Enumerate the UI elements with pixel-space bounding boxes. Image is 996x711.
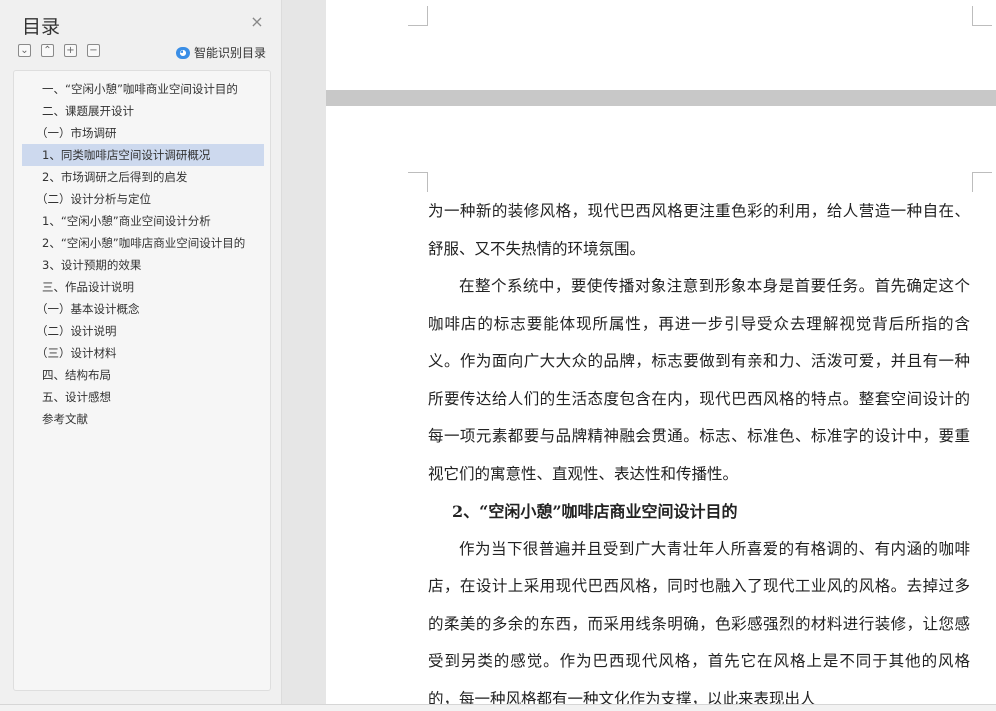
toc-item[interactable]: 1、“空闲小憩”商业空间设计分析 <box>22 210 264 232</box>
crop-mark <box>972 6 992 26</box>
crop-mark <box>408 6 428 26</box>
previous-page <box>326 0 996 90</box>
toc-item[interactable]: 2、“空闲小憩”咖啡店商业空间设计目的 <box>22 232 264 254</box>
crop-mark <box>408 172 428 192</box>
smart-recognize-toc-button[interactable]: ◕ 智能识别目录 <box>176 44 266 61</box>
add-level-icon[interactable]: + <box>64 44 77 57</box>
toc-item[interactable]: 一、“空闲小憩”咖啡商业空间设计目的 <box>22 78 264 100</box>
close-icon[interactable]: × <box>249 14 265 30</box>
cloud-ai-icon: ◕ <box>176 46 190 59</box>
document-workspace: 为一种新的装修风格，现代巴西风格更注重色彩的利用，给人营造一种自在、舒服、又不失… <box>282 0 996 710</box>
remove-level-icon[interactable]: − <box>87 44 100 57</box>
toc-item[interactable]: （一）市场调研 <box>22 122 264 144</box>
toc-toolbar: ⌄ ⌃ + − <box>18 44 100 57</box>
toc-item[interactable]: 二、课题展开设计 <box>22 100 264 122</box>
body-paragraph: 作为当下很普遍并且受到广大青壮年人所喜爱的有格调的、有内涵的咖啡店，在设计上采用… <box>428 539 970 708</box>
toc-list-panel: 一、“空闲小憩”咖啡商业空间设计目的 二、课题展开设计 （一）市场调研 1、同类咖啡店… <box>13 70 271 691</box>
toc-item[interactable]: （二）设计说明 <box>22 320 264 342</box>
toc-item[interactable]: 1、同类咖啡店空间设计调研概况 <box>22 144 264 166</box>
crop-mark <box>972 172 992 192</box>
toc-item[interactable]: 参考文献 <box>22 408 264 430</box>
toc-item[interactable]: 四、结构布局 <box>22 364 264 386</box>
body-paragraph: 为一种新的装修风格，现代巴西风格更注重色彩的利用，给人营造一种自在、舒服、又不失… <box>428 202 970 258</box>
section-heading: 2、“空闲小憩”咖啡店商业空间设计目的 <box>452 502 738 521</box>
toc-item[interactable]: （三）设计材料 <box>22 342 264 364</box>
page-separator <box>326 90 996 106</box>
toc-sidebar: 目录 × ⌄ ⌃ + − ◕ 智能识别目录 一、“空闲小憩”咖啡商业空间设计目的… <box>0 0 282 710</box>
toc-item[interactable]: （一）基本设计概念 <box>22 298 264 320</box>
toc-item[interactable]: 2、市场调研之后得到的启发 <box>22 166 264 188</box>
toc-item[interactable]: 五、设计感想 <box>22 386 264 408</box>
toc-item[interactable]: 三、作品设计说明 <box>22 276 264 298</box>
toc-item[interactable]: 3、设计预期的效果 <box>22 254 264 276</box>
sidebar-title: 目录 <box>22 16 61 38</box>
body-paragraph: 在整个系统中，要使传播对象注意到形象本身是首要任务。首先确定这个咖啡店的标志要能… <box>428 277 970 483</box>
document-body[interactable]: 为一种新的装修风格，现代巴西风格更注重色彩的利用，给人营造一种自在、舒服、又不失… <box>428 193 970 710</box>
document-page: 为一种新的装修风格，现代巴西风格更注重色彩的利用，给人营造一种自在、舒服、又不失… <box>326 106 996 710</box>
expand-up-icon[interactable]: ⌃ <box>41 44 54 57</box>
toc-item[interactable]: （二）设计分析与定位 <box>22 188 264 210</box>
toc-list: 一、“空闲小憩”咖啡商业空间设计目的 二、课题展开设计 （一）市场调研 1、同类咖啡店… <box>22 78 264 430</box>
collapse-all-icon[interactable]: ⌄ <box>18 44 31 57</box>
smart-recognize-label: 智能识别目录 <box>194 46 267 60</box>
